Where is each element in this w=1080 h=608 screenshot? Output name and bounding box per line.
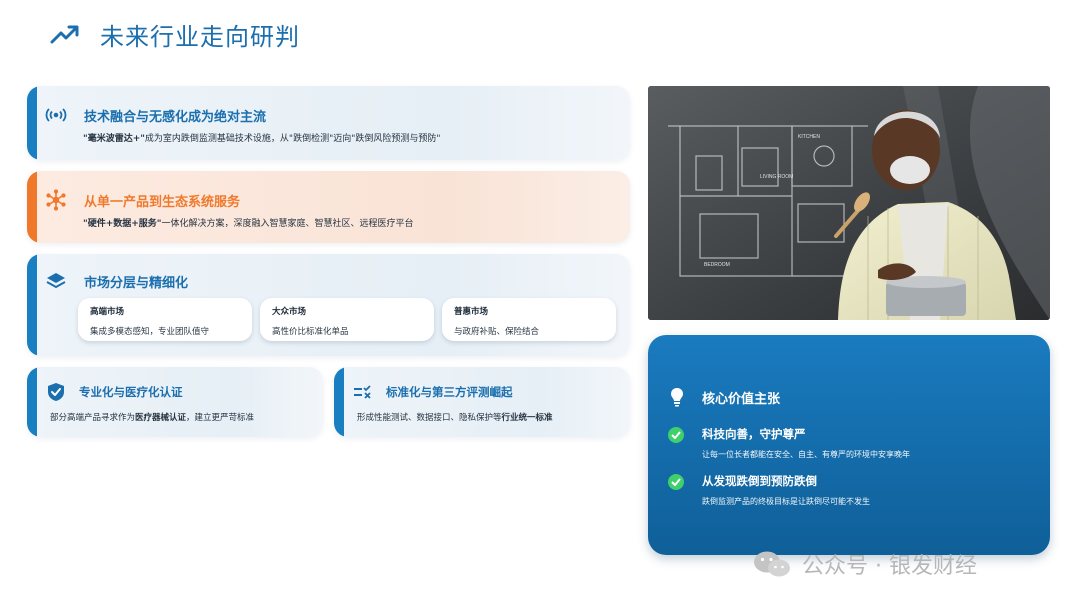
wechat-icon	[754, 551, 790, 577]
market-tier-desc: 与政府补贴、保险结合	[454, 327, 540, 337]
card-description: 部分高端产品寻求作为医疗器械认证，建立更严苛标准	[50, 413, 255, 423]
value-item-title: 从发现跌倒到预防跌倒	[702, 474, 817, 488]
floorplan-label-bedroom: BEDROOM	[704, 262, 730, 268]
trending-up-icon	[50, 25, 79, 44]
market-tier-high-end: 高端市场 集成多模态感知，专业团队值守	[78, 298, 252, 341]
market-tier-mass: 大众市场 高性价比标准化单品	[260, 298, 434, 341]
accent-bar	[334, 367, 344, 437]
layers-icon	[45, 270, 67, 292]
market-tier-title: 大众市场	[272, 307, 307, 317]
accent-bar	[27, 254, 37, 356]
card-title: 从单一产品到生态系统服务	[84, 194, 241, 210]
card-title: 技术融合与无感化成为绝对主流	[84, 109, 267, 125]
value-item: 科技向善，守护尊严 让每一位长者都能在安全、自主、有尊严的环境中安享晚年	[668, 426, 910, 460]
core-value-panel: 核心价值主张 科技向善，守护尊严 让每一位长者都能在安全、自主、有尊严的环境中安…	[648, 335, 1050, 555]
floorplan-label-living-room: LIVING ROOM	[760, 174, 793, 180]
value-item: 从发现跌倒到预防跌倒 跌倒监测产品的终极目标是让跌倒尽可能不发生	[668, 473, 870, 507]
page-header: 未来行业走向研判	[50, 14, 300, 54]
card-title: 专业化与医疗化认证	[79, 385, 183, 399]
accent-bar	[27, 171, 37, 243]
trend-card-standardization: 标准化与第三方评测崛起 形成性能测试、数据接口、隐私保护等行业统一标准	[334, 367, 630, 437]
network-hub-icon	[45, 189, 67, 211]
trend-card-ecosystem: 从单一产品到生态系统服务 "硬件+数据+服务"一体化解决方案，深度融入智慧家庭、…	[27, 171, 630, 243]
page-title: 未来行业走向研判	[100, 22, 300, 51]
elderly-man-cooking-photo: KITCHEN LIVING ROOM BEDROOM	[648, 86, 1050, 320]
market-tier-desc: 高性价比标准化单品	[272, 327, 349, 337]
radar-waves-icon	[45, 104, 67, 126]
value-item-desc: 跌倒监测产品的终极目标是让跌倒尽可能不发生	[702, 497, 870, 506]
trend-card-tech-fusion: 技术融合与无感化成为绝对主流 "毫米波雷达+"成为室内跌倒监测基础技术设施，从"…	[27, 86, 630, 160]
value-item-title: 科技向善，守护尊严	[702, 427, 806, 441]
accent-bar	[27, 86, 37, 160]
card-description: "毫米波雷达+"成为室内跌倒监测基础技术设施，从"跌倒检测"迈向"跌倒风险预测与…	[83, 134, 441, 144]
market-tier-desc: 集成多模态感知，专业团队值守	[90, 327, 210, 337]
card-title: 市场分层与精细化	[84, 275, 189, 291]
trend-card-market-segmentation: 市场分层与精细化 高端市场 集成多模态感知，专业团队值守 大众市场 高性价比标准…	[27, 254, 630, 356]
market-tier-inclusive: 普惠市场 与政府补贴、保险结合	[442, 298, 616, 341]
value-item-desc: 让每一位长者都能在安全、自主、有尊严的环境中安享晚年	[702, 450, 910, 459]
lightbulb-icon	[671, 388, 683, 407]
card-title: 标准化与第三方评测崛起	[386, 385, 513, 399]
market-tier-title: 普惠市场	[454, 307, 489, 317]
value-panel-title: 核心价值主张	[702, 391, 781, 407]
trend-card-medical-certification: 专业化与医疗化认证 部分高端产品寻求作为医疗器械认证，建立更严苛标准	[27, 367, 323, 437]
shield-check-icon	[45, 381, 67, 403]
floorplan-label-kitchen: KITCHEN	[798, 134, 820, 140]
check-circle-icon	[668, 474, 684, 490]
accent-bar	[27, 367, 37, 437]
card-description: 形成性能测试、数据接口、隐私保护等行业统一标准	[357, 413, 553, 423]
watermark: 公众号 · 银发财经	[752, 548, 977, 580]
check-circle-icon	[668, 427, 684, 443]
card-description: "硬件+数据+服务"一体化解决方案，深度融入智慧家庭、智慧社区、远程医疗平台	[83, 219, 414, 229]
watermark-text: 公众号 · 银发财经	[802, 554, 977, 579]
checklist-icon	[352, 381, 374, 403]
market-tier-title: 高端市场	[90, 307, 125, 317]
